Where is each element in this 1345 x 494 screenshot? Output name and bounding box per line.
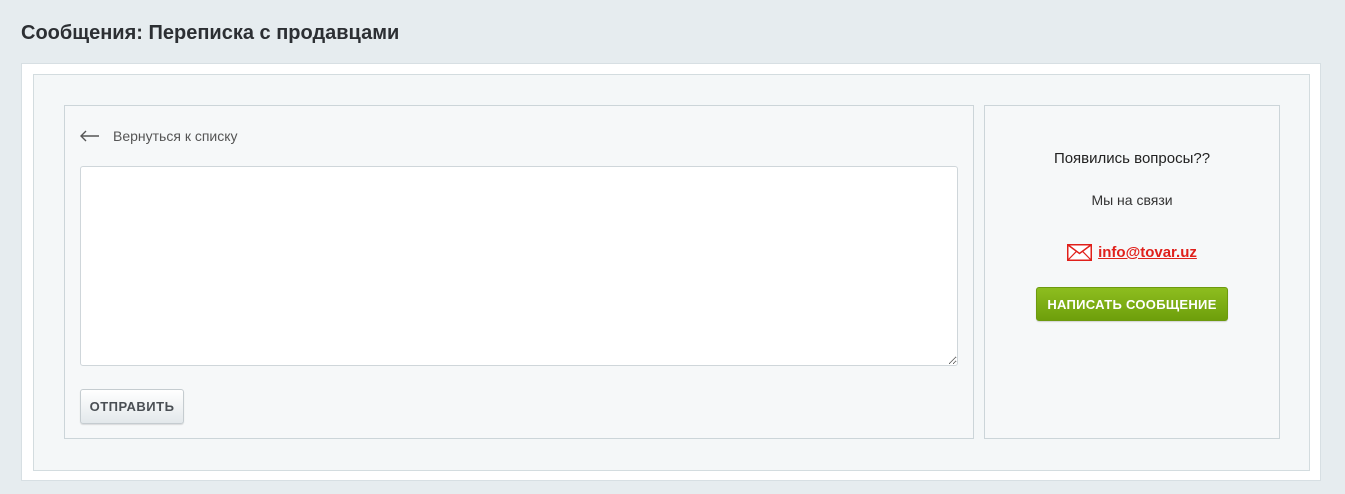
help-subtitle: Мы на связи (1091, 192, 1173, 208)
arrow-left-icon (80, 130, 99, 142)
content-inner-panel: Вернуться к списку ОТПРАВИТЬ Появились в… (33, 74, 1310, 471)
message-textarea[interactable] (80, 166, 958, 366)
contact-help-box: Появились вопросы?? Мы на связи info@tov… (984, 105, 1280, 439)
send-button[interactable]: ОТПРАВИТЬ (80, 389, 184, 424)
content-panel: Вернуться к списку ОТПРАВИТЬ Появились в… (21, 63, 1321, 481)
back-to-list-label: Вернуться к списку (113, 128, 238, 144)
email-link[interactable]: info@tovar.uz (1098, 244, 1197, 261)
back-to-list-link[interactable]: Вернуться к списку (80, 128, 238, 144)
email-row: info@tovar.uz (985, 244, 1279, 261)
page-title: Сообщения: Переписка с продавцами (21, 22, 400, 44)
envelope-icon (1067, 244, 1093, 261)
conversation-box: Вернуться к списку ОТПРАВИТЬ (64, 105, 974, 439)
write-message-button[interactable]: НАПИСАТЬ СООБЩЕНИЕ (1036, 287, 1228, 321)
help-title: Появились вопросы?? (1053, 150, 1211, 167)
